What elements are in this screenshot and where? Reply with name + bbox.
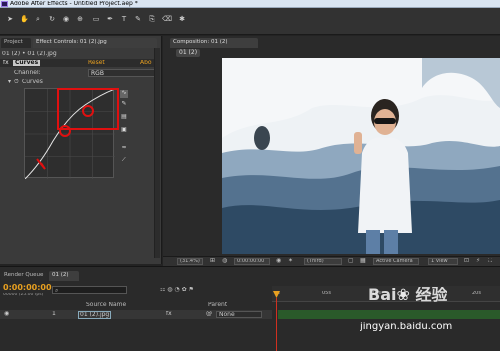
channel-label: Channel: [14, 70, 41, 76]
grid-toggle-icon[interactable]: ⊞ [210, 258, 215, 264]
text-tool-icon[interactable]: T [120, 15, 128, 23]
effect-name[interactable]: Curves [13, 60, 41, 66]
zoom-tool-icon[interactable]: ⌕ [34, 15, 42, 23]
reset-curve-icon[interactable]: ⟋ [120, 157, 128, 165]
timeline-search-input[interactable]: ⌕ [52, 286, 127, 294]
flowchart-icon[interactable]: ⛶ [488, 258, 492, 264]
view-layout-dropdown[interactable]: 1 View [428, 258, 458, 265]
ruler-label: 05s [322, 291, 331, 296]
parent-pickwhip-icon[interactable]: @ [206, 311, 212, 317]
mask-tool-icon[interactable]: ▭ [92, 15, 100, 23]
reset-link[interactable]: Reset [88, 60, 105, 66]
source-name-header: Source Name [86, 302, 127, 308]
tab-project[interactable]: Project [1, 38, 31, 48]
pencil-tool-icon[interactable]: ✎ [120, 101, 128, 109]
mask-toggle-icon[interactable]: ◍ [222, 258, 227, 264]
puppet-tool-icon[interactable]: ✱ [178, 15, 186, 23]
after-effects-app-icon [1, 1, 8, 7]
current-time-display[interactable]: 0:00:00:00 [234, 258, 270, 265]
watermark-url: jingyan.baidu.com [360, 322, 453, 332]
resolution-dropdown[interactable]: (Third) [304, 258, 342, 265]
pen-tool-icon[interactable]: ✒ [106, 15, 114, 23]
fx-switch-icon[interactable]: fx [166, 311, 172, 317]
eraser-tool-icon[interactable]: ⌫ [162, 15, 172, 23]
save-icon[interactable]: ▣ [120, 127, 128, 135]
hand-tool-icon[interactable]: ✋ [20, 15, 29, 23]
composition-viewer-image[interactable] [222, 58, 500, 254]
layer-name[interactable]: 01 (2).jpg [78, 311, 112, 319]
disclosure-triangle-icon[interactable]: ▾ [8, 79, 11, 85]
parent-header: Parent [208, 302, 228, 308]
camera-dropdown[interactable]: Active Camera [373, 258, 419, 265]
fast-preview-icon[interactable]: ⚡ [476, 258, 480, 264]
tools-toolbar [0, 8, 500, 35]
region-of-interest-icon[interactable]: ▢ [348, 258, 354, 264]
visibility-eye-icon[interactable]: ◉ [4, 311, 9, 317]
comp-sub-tab[interactable]: 01 (2) [176, 49, 201, 57]
camera-tool-icon[interactable]: ◉ [62, 15, 70, 23]
curves-label: Curves [22, 79, 43, 85]
toggle-pixel-aspect-icon[interactable]: ⊡ [464, 258, 469, 264]
layer-number: 1 [52, 311, 56, 317]
selection-tool-icon[interactable]: ➤ [6, 15, 14, 23]
open-icon[interactable]: ▤ [120, 114, 128, 122]
breadcrumb: 01 (2) • 01 (2).jpg [2, 51, 57, 57]
effect-controls-scrollbar[interactable] [154, 48, 160, 258]
distant-figure [254, 126, 270, 150]
title-bar: Adobe After Effects - Untitled Project.a… [0, 0, 500, 8]
rotate-tool-icon[interactable]: ↻ [48, 15, 56, 23]
playhead-line[interactable] [276, 298, 277, 351]
pan-behind-tool-icon[interactable]: ⊕ [76, 15, 84, 23]
window-title: Adobe After Effects - Untitled Project.a… [10, 1, 138, 7]
timeline-timecode[interactable]: 0:00:00:00 [3, 284, 52, 292]
tab-composition[interactable]: Composition: 01 (2) [170, 38, 258, 48]
show-channel-icon[interactable]: ✶ [288, 258, 293, 264]
tab-render-queue[interactable]: Render Queue [1, 271, 47, 281]
fx-badge[interactable]: fx [3, 60, 9, 66]
brush-tool-icon[interactable]: ✎ [134, 15, 142, 23]
about-link[interactable]: Abo [140, 60, 152, 66]
layer-duration-bar[interactable] [278, 310, 500, 319]
snapshot-icon[interactable]: ◉ [276, 258, 281, 264]
stopwatch-icon[interactable]: ⏱ [14, 79, 19, 85]
channel-dropdown[interactable]: RGB [88, 69, 156, 77]
smooth-icon[interactable]: ≈ [120, 145, 128, 153]
parent-dropdown[interactable]: None [216, 311, 262, 318]
layer-switches-icon[interactable]: ⚏ ◍ ◔ ✿ ⚑ [160, 287, 194, 293]
highlight-box [57, 88, 119, 130]
search-icon: ⌕ [55, 288, 59, 294]
transparency-grid-icon[interactable]: ▦ [360, 258, 366, 264]
curve-tool-icon[interactable]: ∿ [120, 90, 128, 98]
tab-effect-controls[interactable]: Effect Controls: 01 (2).jpg [33, 38, 157, 48]
ruler-label: 20s [472, 291, 481, 296]
clone-stamp-tool-icon[interactable]: ⎘ [148, 15, 156, 23]
magnification-dropdown[interactable]: (31.4%) [177, 258, 203, 265]
frame-rate-info: 00000 (25.00 fps) [3, 293, 44, 297]
baidu-watermark-logo: Bai❀ 经验 [368, 287, 448, 303]
tab-timeline-comp[interactable]: 01 (2) [49, 271, 79, 281]
